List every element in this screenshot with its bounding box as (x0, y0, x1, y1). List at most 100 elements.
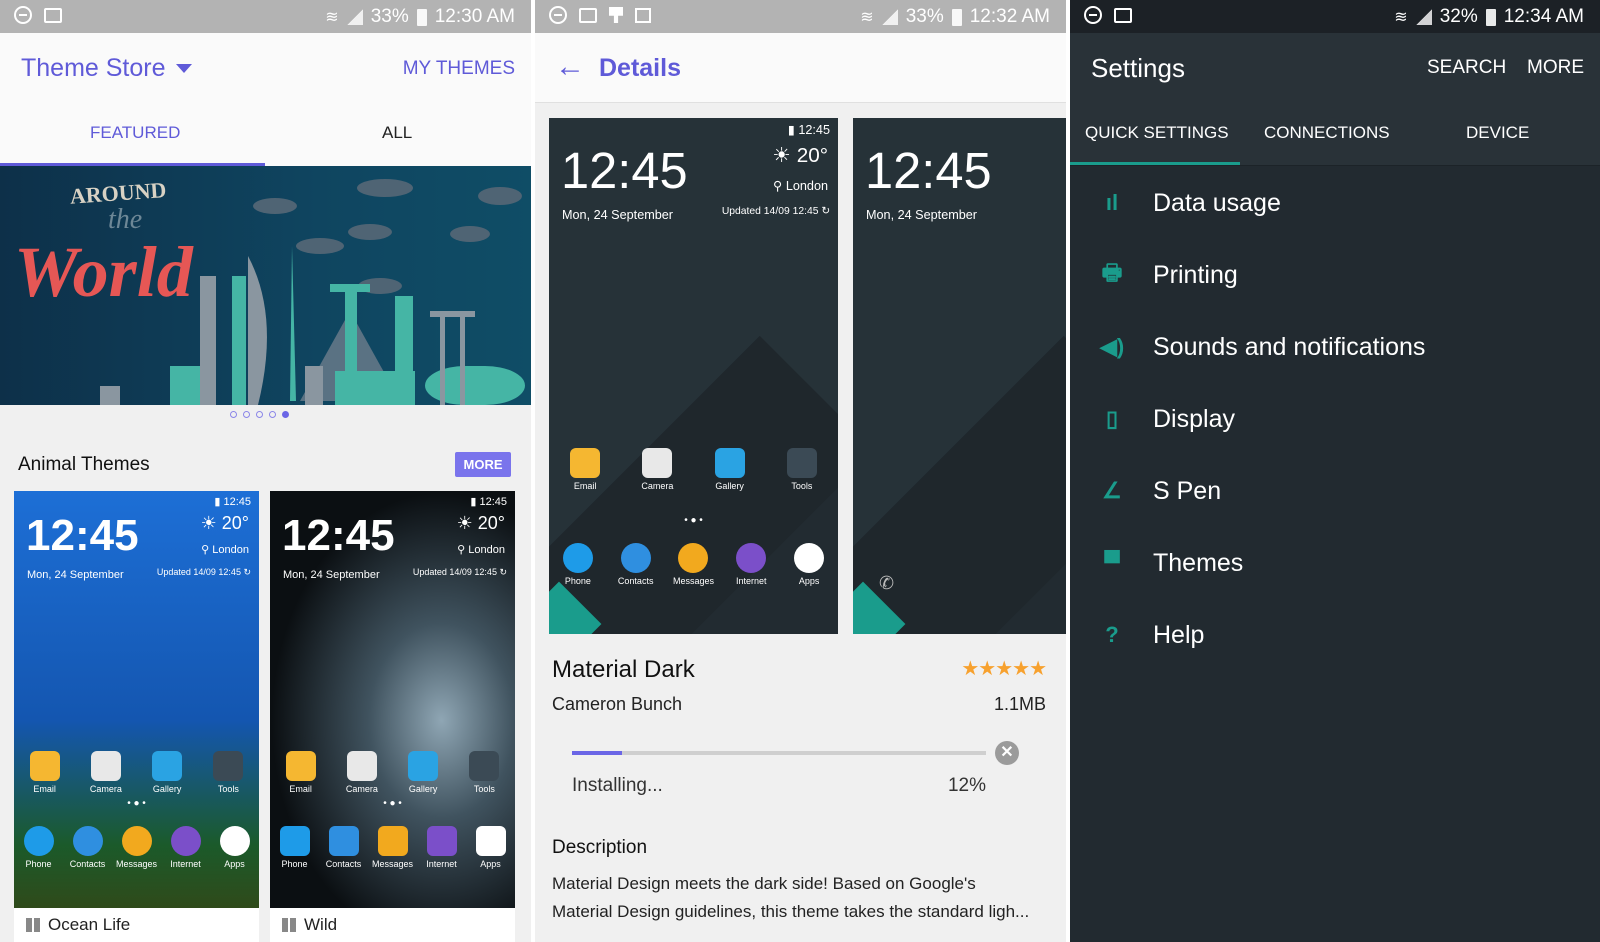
world-skyline-illustration: AROUND the World (14, 177, 525, 405)
tools-icon (786, 448, 817, 478)
internet-icon (170, 826, 201, 856)
pager-dot[interactable] (230, 411, 237, 418)
messages-icon (121, 826, 152, 856)
contacts-icon (620, 543, 651, 573)
messages-icon (678, 543, 709, 573)
page-title: Details (599, 54, 681, 82)
preview-status-time: ▮ 12:45 (787, 123, 830, 137)
settings-item-label: Sounds and notifications (1153, 332, 1426, 361)
internet-icon (426, 826, 457, 856)
preview-city: ⚲ London (457, 544, 505, 556)
settings-item-data-usage[interactable]: ıl Data usage (1070, 168, 1600, 238)
app-tools: Tools (203, 751, 253, 794)
tab-indicator (1070, 162, 1240, 165)
status-bar: ≋ 33% 12:30 AM (0, 0, 531, 33)
theme-preview-home[interactable]: ▮ 12:45 12:45 Mon, 24 September ☀ 20° ⚲ Lond… (549, 118, 838, 634)
app-label: Email (289, 784, 312, 794)
settings-item-label: Display (1153, 404, 1235, 433)
theme-store-dropdown[interactable]: Theme Store (21, 54, 192, 83)
settings-item-display[interactable]: ▯ Display (1070, 384, 1600, 454)
status-bar: ≋ 33% 12:32 AM (535, 0, 1066, 33)
install-percent: 12% (947, 775, 986, 796)
app-label: Messages (371, 859, 414, 869)
app-apps: Apps (210, 826, 259, 869)
app-label: Gallery (408, 784, 438, 794)
featured-banner[interactable]: AROUND the World (0, 166, 531, 405)
app-email: Email (560, 448, 610, 491)
banner-world: World (14, 232, 194, 312)
preview-weather: ☀ 20° (772, 144, 828, 168)
my-themes-button[interactable]: MY THEMES (403, 58, 515, 80)
settings-item-sounds-and-notifications[interactable]: ◀) Sounds and notifications (1070, 312, 1600, 382)
printer-icon: 🖶 (1101, 260, 1123, 285)
theme-card-ocean-life[interactable]: ▮ 12:45 12:45 Mon, 24 September ☀ 20° ⚲ Lond… (14, 491, 259, 942)
contacts-icon (72, 826, 103, 856)
back-arrow-icon[interactable]: ← (555, 50, 585, 84)
description-line: Material Design meets the dark side! Bas… (552, 874, 976, 893)
more-button[interactable]: MORE (455, 452, 511, 477)
settings-item-s-pen[interactable]: ∠ S Pen (1070, 456, 1600, 526)
more-button[interactable]: MORE (1527, 57, 1584, 79)
apps-icon (475, 826, 506, 856)
do-not-disturb-icon (14, 6, 32, 24)
app-messages: Messages (112, 826, 161, 869)
image-notification-icon (635, 7, 651, 23)
app-label: Messages (115, 859, 158, 869)
battery-icon (951, 8, 962, 26)
app-label: Phone (281, 859, 308, 869)
mail-notification-icon (579, 7, 597, 23)
app-camera: Camera (81, 751, 131, 794)
settings-item-label: Printing (1153, 260, 1238, 289)
pager-dot[interactable] (269, 411, 276, 418)
app-label: Camera (641, 481, 674, 491)
section-title: Animal Themes (18, 454, 150, 475)
caret-down-icon (175, 64, 192, 73)
battery-percent: 32% (1439, 6, 1478, 27)
settings-item-themes[interactable]: ▀ Themes (1070, 528, 1600, 598)
app-tools: Tools (777, 448, 827, 491)
app-apps: Apps (466, 826, 515, 869)
app-gallery: Gallery (705, 448, 755, 491)
app-contacts: Contacts (611, 543, 661, 586)
install-status: Installing... (572, 775, 663, 796)
tab-bar: FEATURED ALL (0, 103, 531, 166)
pager-dot-active[interactable] (282, 411, 289, 418)
dock-apps: Phone Contacts Messages Internet Apps (270, 826, 515, 869)
theme-name: Material Dark (552, 656, 695, 683)
tab-featured[interactable]: FEATURED (90, 123, 180, 143)
camera-icon (346, 751, 377, 781)
tab-all[interactable]: ALL (382, 123, 412, 143)
tab-connections[interactable]: CONNECTIONS (1264, 123, 1390, 143)
pen-icon: ∠ (1102, 478, 1122, 503)
app-internet: Internet (161, 826, 210, 869)
home-apps: Email Camera Gallery Tools (549, 448, 838, 491)
home-apps: Email Camera Gallery Tools (14, 751, 259, 794)
battery-icon (416, 8, 427, 26)
theme-preview-lock[interactable]: 12:45 Mon, 24 September ✆ (853, 118, 1066, 634)
apps-icon (794, 543, 825, 573)
app-label: Phone (25, 859, 52, 869)
app-label: Email (33, 784, 56, 794)
cancel-install-button[interactable]: ✕ (995, 741, 1019, 765)
tab-device[interactable]: DEVICE (1466, 123, 1529, 143)
app-label: Contacts (69, 859, 106, 869)
app-label: Apps (480, 859, 501, 869)
search-button[interactable]: SEARCH (1427, 57, 1506, 79)
pager-dot[interactable] (243, 411, 250, 418)
app-label: Internet (736, 576, 767, 586)
email-icon (570, 448, 601, 478)
wifi-icon: ≋ (325, 9, 339, 26)
app-label: Internet (426, 859, 457, 869)
settings-item-printing[interactable]: 🖶 Printing (1070, 240, 1600, 310)
settings-item-help[interactable]: ? Help (1070, 600, 1600, 670)
messages-icon (377, 826, 408, 856)
gallery-icon (408, 751, 439, 781)
settings-screen: ≋ 32% 12:34 AM Settings SEARCH MORE QUICK … (1070, 0, 1600, 942)
camera-icon (90, 751, 121, 781)
tab-quick-settings[interactable]: QUICK SETTINGS (1085, 123, 1229, 143)
theme-card-wild[interactable]: ▮ 12:45 12:45 Mon, 24 September ☀ 20° ⚲ Lond… (270, 491, 515, 942)
pager-dot[interactable] (256, 411, 263, 418)
app-phone: Phone (14, 826, 63, 869)
preview-date: Mon, 24 September (283, 569, 380, 581)
app-label: Tools (791, 481, 813, 491)
